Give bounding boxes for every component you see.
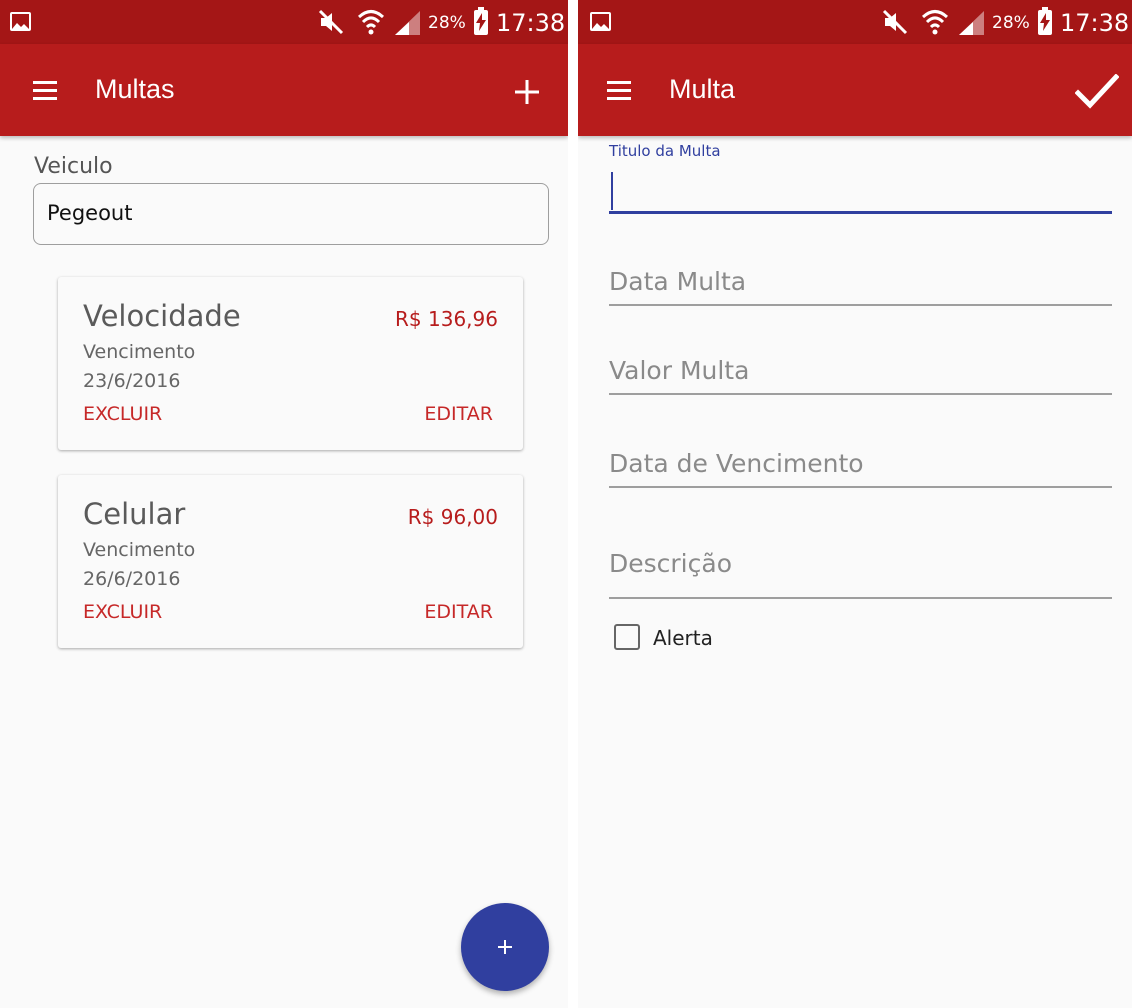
app-bar: Multa [578,44,1132,136]
battery-percentage: 28% [992,13,1030,33]
check-icon[interactable] [1075,74,1119,110]
battery-icon [474,7,488,35]
vehicle-value: Pegeout [47,201,133,225]
status-bar: 28% 17:38 [578,0,1132,44]
fine-form-screen: 28% 17:38 Multa Titulo da Multa Data Mul… [578,0,1132,1008]
title-field-underline [609,211,1112,214]
fine-price: R$ 136,96 [395,307,498,331]
app-bar: Multas [0,44,568,136]
add-icon[interactable] [515,80,539,104]
delete-button[interactable]: EXCLUIR [83,601,162,623]
clock: 17:38 [496,9,566,37]
description-field[interactable]: Descrição [609,549,1112,601]
fine-title: Velocidade [83,299,241,333]
fine-card: Celular R$ 96,00 Vencimento 26/6/2016 EX… [58,475,523,648]
signal-icon [959,11,984,35]
due-date-field[interactable]: Data de Vencimento [609,449,1112,489]
status-bar: 28% 17:38 [0,0,568,44]
description-placeholder: Descrição [609,549,732,578]
mute-icon [882,9,908,35]
fine-price: R$ 96,00 [407,505,498,529]
edit-button[interactable]: EDITAR [424,601,493,623]
page-title: Multas [95,74,175,104]
due-date-placeholder: Data de Vencimento [609,449,864,478]
title-field[interactable] [609,168,1112,216]
vehicle-select[interactable]: Pegeout [33,183,549,245]
alert-checkbox[interactable] [614,624,640,650]
fine-title: Celular [83,497,186,531]
page-title: Multa [669,74,736,104]
battery-percentage: 28% [428,13,466,33]
vehicle-label: Veiculo [34,154,113,179]
signal-icon [395,11,420,35]
fine-value-placeholder: Valor Multa [609,356,750,385]
gallery-icon [10,12,31,31]
mute-icon [318,9,344,35]
fines-list-screen: 28% 17:38 Multas Veiculo Pegeout Velocid… [0,0,568,1008]
fine-value-field[interactable]: Valor Multa [609,356,1112,396]
gallery-icon [590,12,611,31]
menu-icon[interactable] [602,78,640,104]
due-date: 23/6/2016 [83,370,181,392]
fine-card: Velocidade R$ 136,96 Vencimento 23/6/201… [58,277,523,450]
text-cursor [611,172,613,210]
wifi-icon [921,10,949,35]
due-label: Vencimento [83,341,196,363]
wifi-icon [357,10,385,35]
due-label: Vencimento [83,539,196,561]
add-fine-fab[interactable] [461,903,549,991]
alert-label: Alerta [653,626,713,650]
title-field-label: Titulo da Multa [609,142,721,160]
fine-date-placeholder: Data Multa [609,267,747,296]
edit-button[interactable]: EDITAR [424,403,493,425]
clock: 17:38 [1060,9,1130,37]
battery-icon [1038,7,1052,35]
fine-date-field[interactable]: Data Multa [609,267,1112,307]
menu-icon[interactable] [28,78,66,104]
due-date: 26/6/2016 [83,568,181,590]
delete-button[interactable]: EXCLUIR [83,403,162,425]
